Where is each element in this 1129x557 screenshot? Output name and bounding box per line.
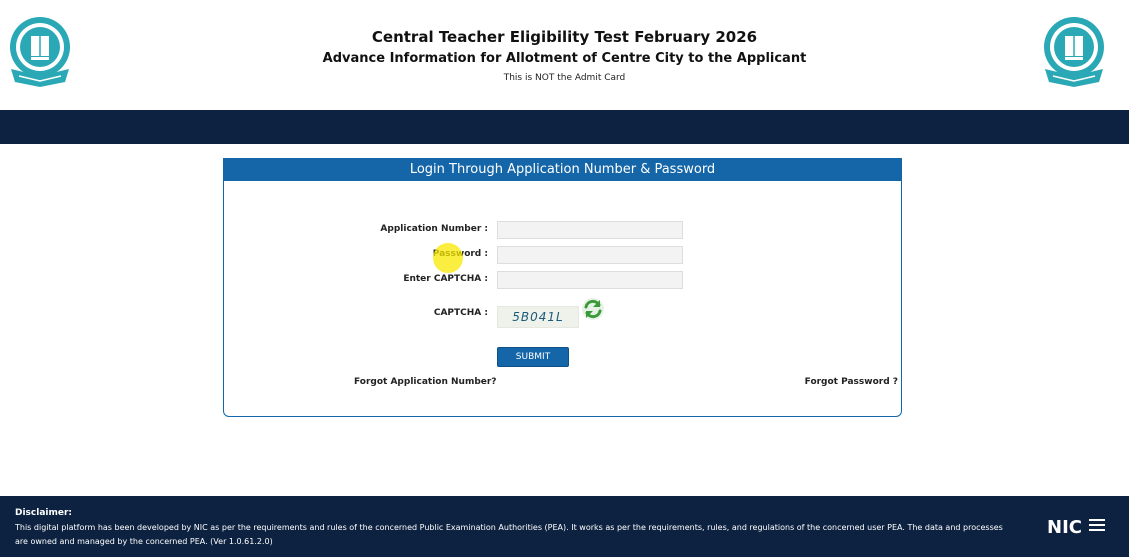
login-panel: Login Through Application Number & Passw… [223, 158, 902, 417]
application-number-input[interactable] [497, 221, 683, 239]
page-subtitle: Advance Information for Allotment of Cen… [322, 51, 807, 66]
captcha-input[interactable] [497, 271, 683, 289]
page-header: Central Teacher Eligibility Test Februar… [0, 0, 1129, 110]
disclaimer-title: Disclaimer: [15, 508, 73, 518]
refresh-icon[interactable] [581, 297, 605, 321]
login-heading: Login Through Application Number & Passw… [224, 159, 901, 181]
admit-card-note: This is NOT the Admit Card [503, 73, 626, 83]
captcha-label: CAPTCHA : [433, 308, 488, 318]
header-text: Central Teacher Eligibility Test Februar… [0, 28, 1129, 84]
application-number-row: Application Number : [224, 221, 901, 241]
enter-captcha-label: Enter CAPTCHA : [403, 274, 488, 284]
password-input[interactable] [497, 246, 683, 264]
application-number-label: Application Number : [380, 224, 488, 234]
disclaimer-text: This digital platform has been developed… [15, 523, 1003, 546]
nic-logo-text: NIC [1047, 517, 1082, 537]
cbse-emblem-icon [1044, 17, 1104, 87]
page-title: Central Teacher Eligibility Test Februar… [371, 28, 758, 46]
submit-button[interactable]: SUBMIT [497, 347, 569, 367]
mouse-cursor-highlight [433, 243, 463, 273]
nic-logo-icon: NIC [1047, 517, 1105, 537]
page-footer: Disclaimer: This digital platform has be… [0, 496, 1129, 557]
forgot-password-link[interactable]: Forgot Password ? [805, 377, 898, 387]
navigation-bar [0, 110, 1129, 144]
captcha-image: 5B041L [497, 306, 579, 328]
enter-captcha-row: Enter CAPTCHA : [224, 271, 901, 291]
forgot-application-number-link[interactable]: Forgot Application Number? [354, 377, 497, 387]
password-row: Password : [224, 246, 901, 266]
